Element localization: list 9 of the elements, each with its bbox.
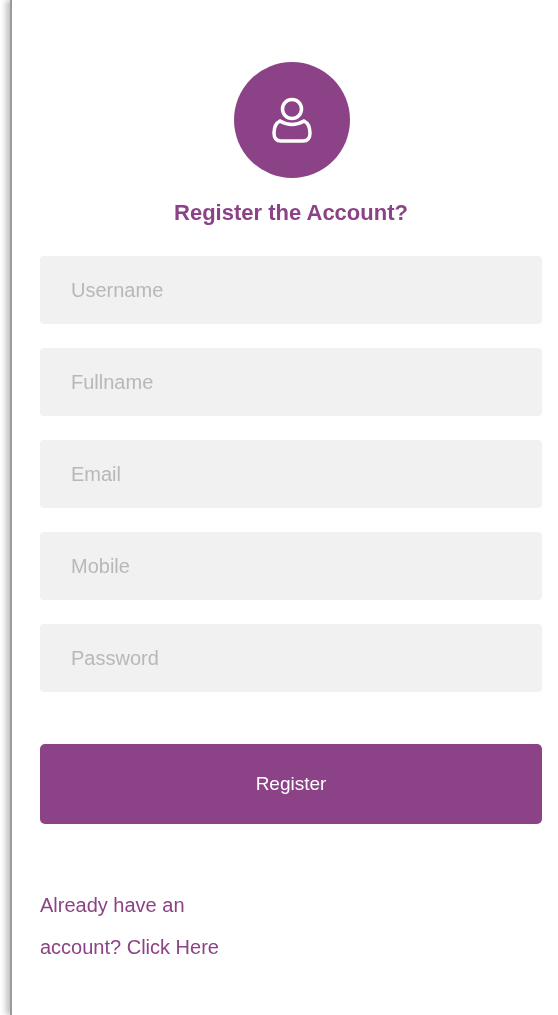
input-field[interactable]: Email <box>40 440 542 508</box>
input-field[interactable]: Username <box>40 256 542 324</box>
input-field[interactable]: Password <box>40 624 542 692</box>
input-field[interactable]: Mobile <box>40 532 542 600</box>
login-link[interactable]: Already have an account? Click Here <box>40 884 250 968</box>
user-icon <box>272 97 312 143</box>
register-button[interactable]: Register <box>40 744 542 824</box>
form-title: Register the Account? <box>173 200 409 226</box>
input-field[interactable]: Fullname <box>40 348 542 416</box>
